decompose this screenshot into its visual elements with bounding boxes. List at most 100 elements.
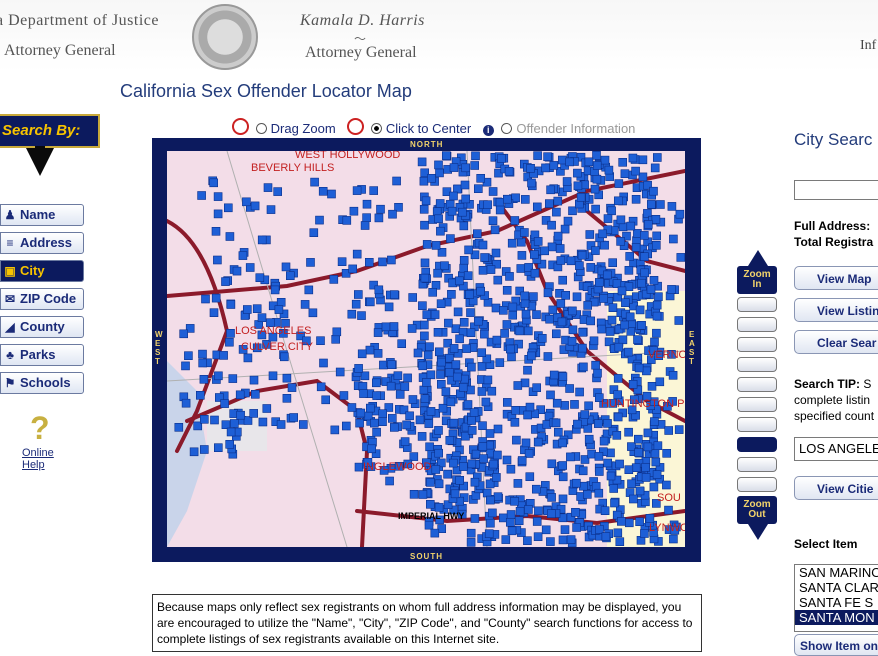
offender-marker[interactable] <box>651 457 661 467</box>
offender-marker[interactable] <box>418 301 427 310</box>
offender-marker[interactable] <box>650 163 660 173</box>
offender-marker[interactable] <box>614 179 624 188</box>
offender-marker[interactable] <box>276 420 286 429</box>
offender-marker[interactable] <box>532 383 542 392</box>
offender-marker[interactable] <box>488 187 498 196</box>
offender-marker[interactable] <box>441 387 451 396</box>
offender-marker[interactable] <box>449 458 458 468</box>
offender-marker[interactable] <box>461 194 471 204</box>
offender-marker[interactable] <box>567 336 577 346</box>
offender-marker[interactable] <box>495 205 505 215</box>
offender-marker[interactable] <box>537 334 547 343</box>
offender-marker[interactable] <box>443 469 452 479</box>
offender-marker[interactable] <box>640 268 650 278</box>
offender-marker[interactable] <box>459 263 469 273</box>
offender-marker[interactable] <box>597 324 606 334</box>
offender-marker[interactable] <box>516 237 526 247</box>
offender-marker[interactable] <box>558 535 568 545</box>
offender-marker[interactable] <box>347 403 357 412</box>
offender-marker[interactable] <box>565 384 574 393</box>
offender-marker[interactable] <box>408 395 418 404</box>
offender-marker[interactable] <box>653 441 663 451</box>
offender-marker[interactable] <box>434 448 444 458</box>
offender-marker[interactable] <box>431 241 441 250</box>
offender-marker[interactable] <box>649 276 659 285</box>
offender-marker[interactable] <box>669 234 678 244</box>
offender-marker[interactable] <box>572 292 582 302</box>
offender-marker[interactable] <box>577 250 587 260</box>
offender-marker[interactable] <box>612 430 622 440</box>
offender-marker[interactable] <box>506 510 516 519</box>
offender-marker[interactable] <box>613 412 623 422</box>
offender-marker[interactable] <box>417 432 427 441</box>
offender-marker[interactable] <box>639 231 649 240</box>
offender-marker[interactable] <box>589 336 599 346</box>
offender-marker[interactable] <box>367 444 376 454</box>
offender-marker[interactable] <box>513 479 523 488</box>
search-by-schools-button[interactable]: ⚑ Schools <box>0 372 84 394</box>
offender-marker[interactable] <box>652 470 662 479</box>
offender-marker[interactable] <box>408 293 417 302</box>
offender-marker[interactable] <box>642 366 651 376</box>
offender-marker[interactable] <box>637 278 646 288</box>
offender-marker[interactable] <box>620 320 629 330</box>
offender-marker[interactable] <box>400 382 410 391</box>
offender-marker[interactable] <box>560 525 570 534</box>
offender-marker[interactable] <box>532 517 542 526</box>
offender-marker[interactable] <box>505 517 515 527</box>
offender-marker[interactable] <box>585 230 595 239</box>
click-to-center-radio[interactable] <box>370 123 382 134</box>
list-item[interactable]: SANTA FE S <box>795 595 878 610</box>
offender-marker[interactable] <box>549 370 559 380</box>
offender-marker[interactable] <box>546 537 555 546</box>
zoom-level-5[interactable] <box>737 377 777 392</box>
offender-marker[interactable] <box>339 391 349 400</box>
offender-marker[interactable] <box>286 271 295 280</box>
offender-marker[interactable] <box>482 488 492 498</box>
offender-marker[interactable] <box>600 506 610 516</box>
offender-marker[interactable] <box>431 465 441 474</box>
offender-marker[interactable] <box>388 414 397 423</box>
offender-marker[interactable] <box>532 202 542 212</box>
offender-marker[interactable] <box>491 303 501 313</box>
offender-marker[interactable] <box>263 183 273 192</box>
offender-marker[interactable] <box>280 352 289 362</box>
offender-marker[interactable] <box>626 221 636 231</box>
offender-marker[interactable] <box>422 378 431 387</box>
offender-marker[interactable] <box>556 256 566 265</box>
offender-marker[interactable] <box>575 261 584 270</box>
offender-marker[interactable] <box>331 335 340 344</box>
offender-marker[interactable] <box>610 498 619 508</box>
offender-marker[interactable] <box>613 196 623 206</box>
offender-marker[interactable] <box>373 328 383 337</box>
offender-marker[interactable] <box>372 391 381 400</box>
offender-marker[interactable] <box>446 397 456 407</box>
offender-marker[interactable] <box>562 177 572 186</box>
offender-marker[interactable] <box>646 200 656 209</box>
offender-marker[interactable] <box>488 508 497 518</box>
offender-marker[interactable] <box>459 221 469 231</box>
offender-marker[interactable] <box>276 298 286 307</box>
offender-marker[interactable] <box>413 348 423 358</box>
offender-marker[interactable] <box>225 337 234 347</box>
offender-marker[interactable] <box>472 229 482 238</box>
offender-marker[interactable] <box>613 374 623 383</box>
offender-marker[interactable] <box>520 195 530 204</box>
offender-marker[interactable] <box>493 424 503 434</box>
offender-marker[interactable] <box>633 335 642 344</box>
search-by-county-button[interactable]: ◢ County <box>0 316 84 338</box>
offender-marker[interactable] <box>493 450 502 460</box>
offender-marker[interactable] <box>592 174 602 184</box>
offender-marker[interactable] <box>504 166 514 176</box>
offender-marker[interactable] <box>613 528 623 538</box>
offender-marker[interactable] <box>608 303 618 312</box>
offender-marker[interactable] <box>266 205 276 214</box>
offender-marker[interactable] <box>637 321 646 330</box>
zoom-level-3[interactable] <box>737 337 777 352</box>
offender-marker[interactable] <box>199 445 209 454</box>
offender-marker[interactable] <box>533 532 543 542</box>
offender-marker[interactable] <box>652 153 662 162</box>
offender-marker[interactable] <box>573 419 582 429</box>
offender-marker[interactable] <box>223 203 233 213</box>
offender-marker[interactable] <box>556 299 566 308</box>
